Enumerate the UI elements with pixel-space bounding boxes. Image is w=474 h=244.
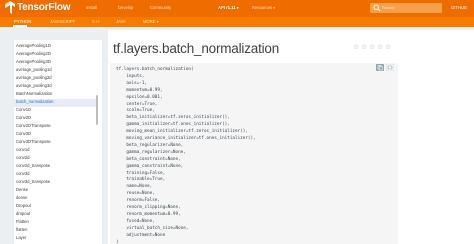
star-icon[interactable]: ☆	[377, 43, 383, 51]
sidebar-item[interactable]: average_pooling1d	[16, 67, 52, 72]
code-line: )	[116, 239, 119, 244]
sidebar-scrollbar[interactable]	[96, 95, 98, 125]
nav-install[interactable]: Install	[86, 5, 97, 10]
search-icon[interactable]	[373, 4, 381, 12]
code-line: renorm_momentum=0.99,	[116, 211, 181, 217]
code-line: gamma_initializer=tf.ones_initializer(),	[116, 122, 230, 128]
star-icon[interactable]: ☆	[361, 43, 367, 51]
sidebar-item[interactable]: conv2d	[16, 155, 30, 160]
code-line: gamma_regularizer=None,	[116, 149, 186, 155]
tab-cpp[interactable]: C++	[92, 19, 100, 24]
expand-icon[interactable]	[386, 64, 394, 71]
code-line: beta_initializer=tf.zeros_initializer(),	[116, 115, 230, 121]
nav-api-label: API r1.11	[218, 5, 236, 10]
code-line: trainable=True,	[116, 177, 166, 183]
sidebar-item[interactable]: average_pooling2d	[16, 75, 52, 80]
star-icon[interactable]: ☆	[353, 43, 359, 51]
code-line: tf.layers.batch_normalization(	[116, 67, 194, 72]
sidebar-item[interactable]: Conv3DTranspose	[16, 139, 51, 144]
sidebar-item[interactable]: Conv1D	[16, 107, 31, 112]
search-placeholder: Search	[382, 5, 395, 10]
sidebar-item[interactable]: conv1d	[16, 147, 30, 152]
code-line: fused=None,	[116, 218, 155, 224]
sidebar-item[interactable]: BatchNormalization	[16, 91, 52, 96]
code-line: virtual_batch_size=None,	[116, 225, 189, 231]
code-line: center=True,	[116, 101, 158, 107]
sidebar-item[interactable]: dense	[16, 195, 27, 200]
brand-name[interactable]: TensorFlow	[17, 2, 71, 13]
copy-icon[interactable]	[376, 64, 384, 71]
code-line: scale=True,	[116, 108, 155, 114]
chevron-down-icon: ▾	[236, 6, 239, 10]
nav-resources-label: Resources	[252, 5, 273, 10]
code-line: name=None,	[116, 184, 153, 190]
tab-java[interactable]: JAVA	[116, 19, 126, 24]
nav-resources[interactable]: Resources ▾	[252, 5, 275, 10]
nav-develop[interactable]: Develop	[118, 5, 133, 10]
sidebar-item[interactable]: conv2d_transpose	[16, 163, 50, 168]
sidebar-item[interactable]: Dropout	[16, 203, 31, 208]
code-line: training=False,	[116, 170, 166, 176]
sidebar-item[interactable]: average_pooling3d	[16, 83, 52, 88]
sidebar-item[interactable]: batch_normalization	[16, 99, 53, 104]
code-line: beta_regularizer=None,	[116, 142, 184, 148]
code-line: beta_constraint=None,	[116, 156, 181, 162]
code-line: reuse=None,	[116, 191, 155, 197]
sidebar-item[interactable]: AveragePooling1D	[16, 43, 51, 48]
code-line: epsilon=0.001,	[116, 94, 163, 100]
sidebar-item[interactable]: Flatten	[16, 219, 29, 224]
code-line: moving_mean_initializer=tf.zeros_initial…	[116, 129, 248, 135]
sidebar-item[interactable]: Conv2D	[16, 115, 31, 120]
sidebar-item[interactable]: AveragePooling2D	[16, 51, 51, 56]
sidebar-item[interactable]: Conv3D	[16, 131, 31, 136]
code-line: moving_variance_initializer=tf.ones_init…	[116, 136, 256, 141]
nav-api[interactable]: API r1.11 ▾	[218, 5, 239, 10]
sidebar-item[interactable]: conv3d	[16, 171, 30, 176]
chevron-down-icon: ▾	[273, 6, 275, 10]
sidebar-item[interactable]: Layer	[16, 235, 26, 240]
code-line: gamma_constraint=None,	[116, 163, 184, 169]
tensorflow-logo-icon[interactable]	[5, 1, 15, 14]
sidebar-item[interactable]: Conv2DTranspose	[16, 123, 51, 128]
chevron-down-icon: ▾	[156, 20, 159, 24]
code-line: inputs,	[116, 73, 145, 79]
code-line: adjustment=None	[116, 232, 166, 238]
star-icon[interactable]: ☆	[385, 43, 391, 51]
tab-javascript[interactable]: JAVASCRIPT	[50, 19, 75, 24]
tab-more-label: MORE	[143, 19, 156, 24]
code-line: axis=-1,	[116, 80, 148, 86]
tab-python[interactable]: PYTHON	[14, 19, 31, 24]
tab-more[interactable]: MORE ▾	[143, 19, 159, 24]
code-line: renorm=False,	[116, 198, 160, 204]
page-title: tf.layers.batch_normalization	[113, 41, 280, 56]
sidebar-item[interactable]: AveragePooling3D	[16, 59, 51, 64]
star-icon[interactable]: ☆	[369, 43, 375, 51]
code-line: momentum=0.99,	[116, 87, 163, 93]
code-line: renorm_clipping=None,	[116, 205, 181, 210]
nav-community[interactable]: Community	[150, 5, 171, 10]
sidebar-item[interactable]: Dense	[16, 187, 28, 192]
github-link[interactable]: GITHUB	[451, 5, 467, 10]
sidebar-item[interactable]: flatten	[16, 227, 27, 232]
sidebar-item[interactable]: dropout	[16, 211, 30, 216]
sidebar-item[interactable]: conv3d_transpose	[16, 179, 50, 184]
